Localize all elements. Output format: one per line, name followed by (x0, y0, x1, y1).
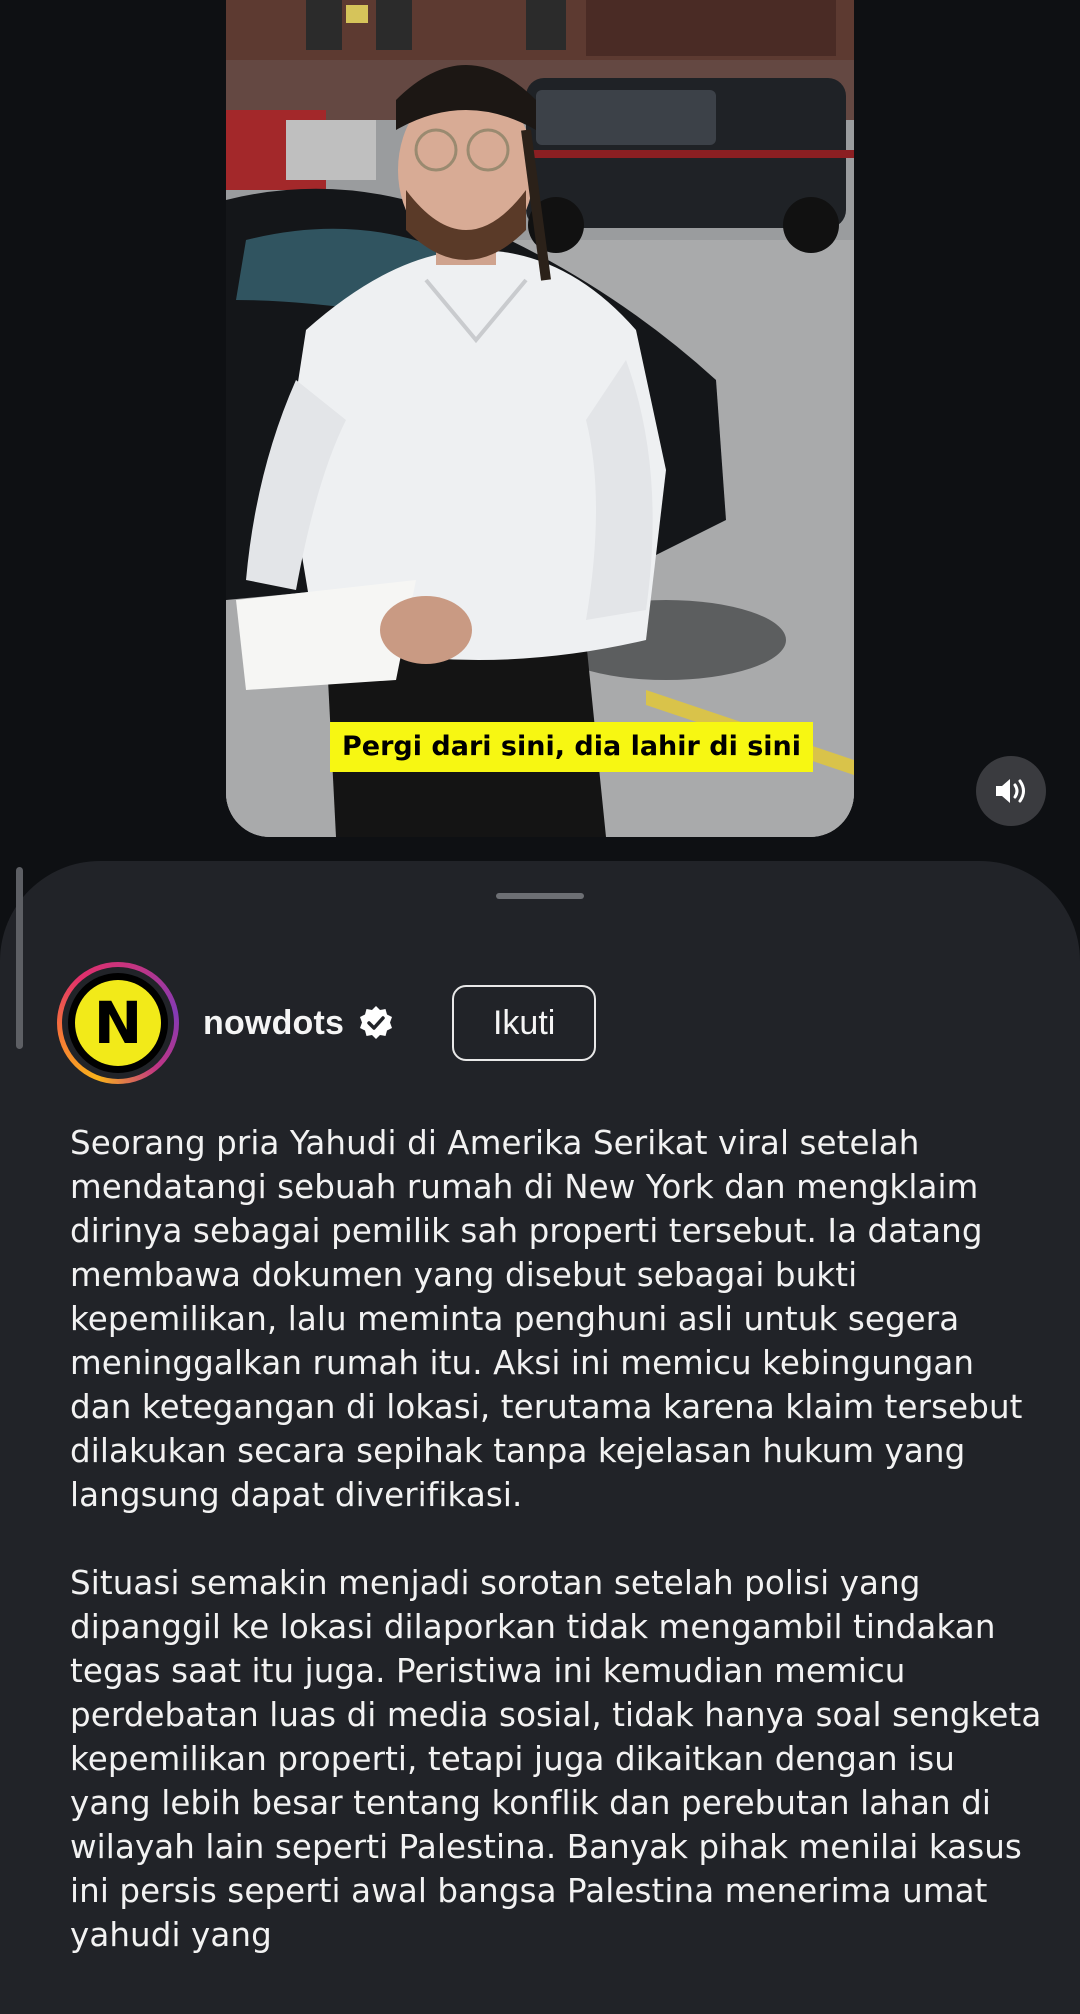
scrollbar[interactable] (16, 867, 23, 1049)
caption-sheet: N nowdots Ikuti Seorang pria Yahudi di A… (0, 861, 1080, 2014)
author-row: N nowdots Ikuti (57, 961, 597, 1085)
video-player[interactable] (226, 0, 854, 837)
sheet-drag-handle[interactable] (496, 893, 584, 899)
video-frame-image (226, 0, 854, 837)
avatar[interactable]: N (57, 962, 179, 1084)
video-subtitle: Pergi dari sini, dia lahir di sini (330, 722, 814, 772)
username[interactable]: nowdots (203, 1004, 344, 1043)
verified-badge-icon (358, 1005, 394, 1041)
caption-paragraph: Seorang pria Yahudi di Amerika Serikat v… (70, 1124, 1023, 1514)
avatar-letter: N (75, 980, 161, 1066)
sound-toggle-button[interactable] (976, 756, 1046, 826)
reel-screen: Pergi dari sini, dia lahir di sini N now… (0, 0, 1080, 2014)
caption-paragraph: Situasi semakin menjadi sorotan setelah … (70, 1564, 1042, 1954)
follow-button[interactable]: Ikuti (452, 985, 597, 1061)
post-caption: Seorang pria Yahudi di Amerika Serikat v… (70, 1121, 1045, 1957)
volume-icon (996, 779, 1025, 803)
